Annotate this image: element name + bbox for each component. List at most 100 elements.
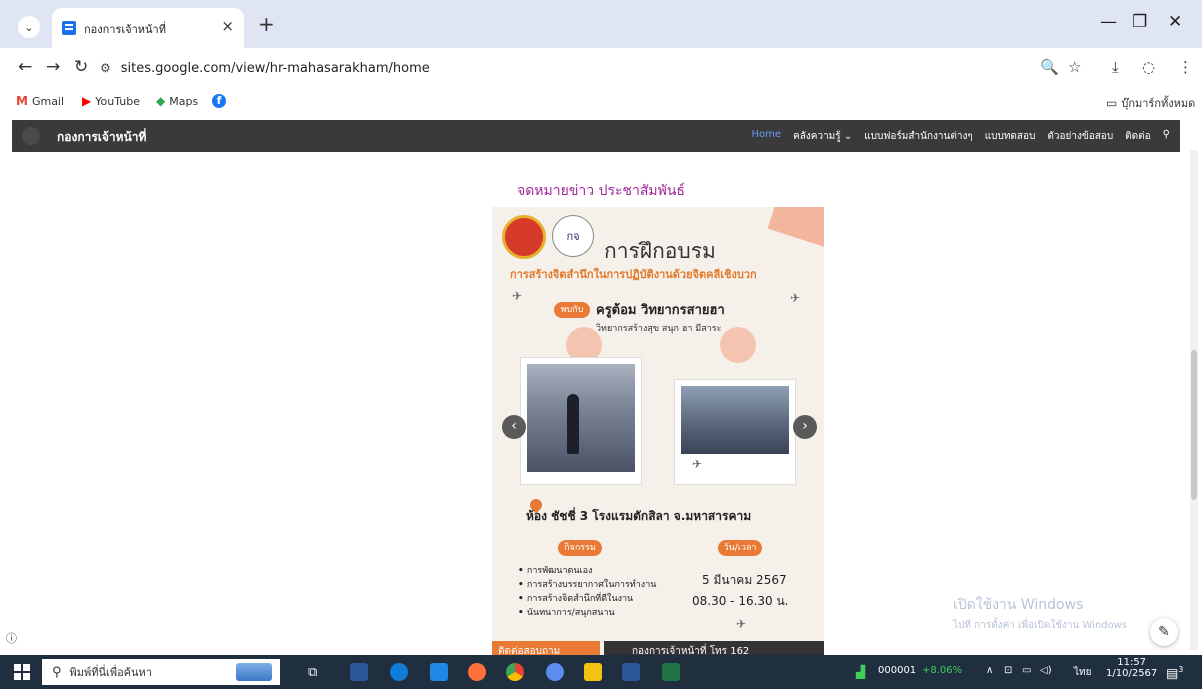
- emblem-logo: [502, 215, 546, 259]
- site-navbar: กองการเจ้าหน้าที่ Home คลังความรู้ ⌄ แบบ…: [12, 120, 1180, 152]
- poster-subtitle: การสร้างจิตสำนึกในการปฏิบัติงานด้วยจิตคล…: [510, 268, 757, 281]
- bookmark-gmail[interactable]: M Gmail: [16, 94, 64, 108]
- paper-plane-icon: ✈: [512, 289, 523, 303]
- edge-icon[interactable]: [390, 663, 408, 681]
- speaker-figure: [567, 394, 579, 454]
- bookmarks-bar: M Gmail ▶ YouTube ◆ Maps f ▭ บุ๊กมาร์กทั…: [0, 88, 1202, 116]
- extension-icon[interactable]: ◌: [1142, 58, 1155, 76]
- circle-decoration: [720, 327, 756, 363]
- nav-tests[interactable]: แบบทดสอบ: [985, 129, 1036, 144]
- meet-tag: พบกับ: [554, 302, 590, 318]
- youtube-icon: ▶: [82, 94, 92, 108]
- zoom-icon[interactable]: 🔍: [1040, 58, 1059, 76]
- stock-code[interactable]: 000001: [878, 665, 916, 676]
- chrome-profile-icon[interactable]: [546, 663, 564, 681]
- windows-activation-watermark: เปิดใช้งาน Windows ไปที่ การตั้งค่า เพื่…: [953, 597, 1128, 631]
- all-bookmarks-folder[interactable]: ▭ บุ๊กมาร์กทั้งหมด: [1106, 94, 1195, 112]
- carousel-next-button[interactable]: ›: [793, 415, 817, 439]
- tab-title: กองการเจ้าหน้าที่: [84, 23, 166, 36]
- word-icon[interactable]: [622, 663, 640, 681]
- sites-favicon-icon: [62, 21, 76, 35]
- list-item: การพัฒนาตนเอง: [518, 564, 656, 578]
- tray-overflow-icon[interactable]: ∧: [986, 665, 993, 676]
- department-logo: กจ: [552, 215, 594, 257]
- network-icon[interactable]: ⊡: [1004, 665, 1012, 676]
- poster-decoration: [767, 207, 824, 248]
- list-item: นันทนาการ/สนุกสนาน: [518, 606, 656, 620]
- browser-tab-strip: ⌄ กองการเจ้าหน้าที่ × + — ❐ ✕: [0, 0, 1202, 48]
- site-logo[interactable]: [22, 127, 40, 145]
- url-text: sites.google.com/view/hr-mahasarakham/ho…: [120, 60, 430, 76]
- clock-date: 1/10/2567: [1106, 668, 1158, 679]
- page-heading: จดหมายข่าว ประชาสัมพันธ์: [517, 183, 685, 199]
- more-menu-icon[interactable]: ⋮: [1178, 58, 1193, 76]
- page-scrollbar[interactable]: [1190, 150, 1198, 650]
- restore-button[interactable]: ❐: [1132, 12, 1147, 32]
- input-language[interactable]: ไทย: [1074, 665, 1091, 680]
- taskbar-search-placeholder: พิมพ์ที่นี่เพื่อค้นหา: [69, 666, 152, 679]
- carousel-prev-button[interactable]: ‹: [502, 415, 526, 439]
- browser-tab[interactable]: กองการเจ้าหน้าที่ ×: [52, 8, 244, 48]
- search-icon: ⚲: [52, 664, 62, 680]
- forward-arrow-icon[interactable]: →: [46, 57, 60, 77]
- download-icon[interactable]: ⤓: [1112, 58, 1119, 76]
- site-info-icon[interactable]: ⚙: [100, 61, 111, 75]
- datetime-badge: วัน/เวลา: [718, 540, 762, 556]
- maps-icon: ◆: [156, 94, 166, 108]
- edit-pencil-icon[interactable]: ✎: [1150, 618, 1178, 646]
- list-item: การสร้างจิตสำนึกที่ดีในงาน: [518, 592, 656, 606]
- notification-count: 3: [1178, 665, 1184, 674]
- bookmark-youtube[interactable]: ▶ YouTube: [82, 94, 140, 108]
- mail-icon[interactable]: [430, 663, 448, 681]
- speaker-role: วิทยากรสร้างสุข สนุก ฮา มีสาระ: [596, 324, 722, 334]
- windows-start-icon[interactable]: [14, 664, 30, 680]
- activity-list: การพัฒนาตนเอง การสร้างบรรยากาศในการทำงาน…: [518, 564, 657, 620]
- scrollbar-thumb[interactable]: [1191, 350, 1197, 500]
- back-arrow-icon[interactable]: ←: [18, 57, 32, 77]
- bookmark-maps[interactable]: ◆ Maps: [156, 94, 198, 108]
- tab-search-dropdown[interactable]: ⌄: [18, 16, 40, 38]
- info-icon[interactable]: ⓘ: [6, 630, 17, 646]
- stock-change[interactable]: +8.06%: [922, 665, 962, 676]
- nav-home[interactable]: Home: [752, 129, 782, 144]
- nav-sample-exams[interactable]: ตัวอย่างข้อสอบ: [1047, 129, 1113, 144]
- event-date: 5 มีนาคม 2567: [702, 573, 787, 587]
- excel-icon[interactable]: [662, 663, 680, 681]
- reload-icon[interactable]: ↻: [74, 57, 88, 77]
- store-icon[interactable]: [350, 663, 368, 681]
- photo-frame: [520, 357, 642, 485]
- browser-toolbar: ← → ↻ ⚙ sites.google.com/view/hr-mahasar…: [0, 48, 1202, 88]
- gmail-icon: M: [16, 94, 28, 108]
- chrome-icon[interactable]: [506, 663, 524, 681]
- nav-forms[interactable]: แบบฟอร์มสำนักงานต่างๆ: [864, 129, 973, 144]
- paper-plane-icon: ✈: [790, 291, 801, 305]
- notification-icon[interactable]: ▤3: [1166, 665, 1183, 681]
- address-bar[interactable]: ⚙ sites.google.com/view/hr-mahasarakham/…: [100, 55, 1100, 81]
- list-item: การสร้างบรรยากาศในการทำงาน: [518, 578, 657, 592]
- display-icon[interactable]: ▭: [1022, 665, 1031, 676]
- folder-icon: ▭: [1106, 96, 1118, 110]
- windows-taskbar: ⚲ พิมพ์ที่นี่เพื่อค้นหา ⧉ ▟ 000001 +8.06…: [0, 655, 1202, 689]
- site-search-icon[interactable]: ⚲: [1163, 129, 1170, 144]
- nav-contact[interactable]: ติดต่อ: [1125, 129, 1151, 144]
- bookmark-facebook[interactable]: f: [212, 94, 230, 108]
- news-poster: กจ การฝึกอบรม การสร้างจิตสำนึกในการปฏิบั…: [492, 207, 824, 662]
- tab-close-button[interactable]: ×: [221, 17, 234, 35]
- firefox-icon[interactable]: [468, 663, 486, 681]
- speaker-name: ครูต้อม วิทยากรสายฮา: [596, 303, 725, 318]
- task-view-icon[interactable]: ⧉: [308, 665, 317, 680]
- file-explorer-icon[interactable]: [584, 663, 602, 681]
- volume-icon[interactable]: ◁): [1040, 665, 1052, 676]
- site-title[interactable]: กองการเจ้าหน้าที่: [57, 128, 146, 147]
- site-nav-menu: Home คลังความรู้ ⌄ แบบฟอร์มสำนักงานต่างๆ…: [752, 129, 1170, 144]
- bookmark-star-icon[interactable]: ☆: [1068, 58, 1081, 76]
- location-text: ห้อง ชัชชี่ 3 โรงแรมตักสิลา จ.มหาสารคาม: [526, 509, 752, 523]
- minimize-button[interactable]: —: [1100, 12, 1117, 32]
- close-window-button[interactable]: ✕: [1168, 12, 1182, 32]
- training-photo-group: [681, 386, 789, 454]
- search-highlight-icon[interactable]: [236, 663, 272, 681]
- clock[interactable]: 11:57 1/10/2567: [1106, 657, 1157, 679]
- paper-plane-icon: ✈: [736, 617, 747, 631]
- nav-knowledge[interactable]: คลังความรู้ ⌄: [793, 129, 852, 144]
- new-tab-button[interactable]: +: [258, 12, 275, 36]
